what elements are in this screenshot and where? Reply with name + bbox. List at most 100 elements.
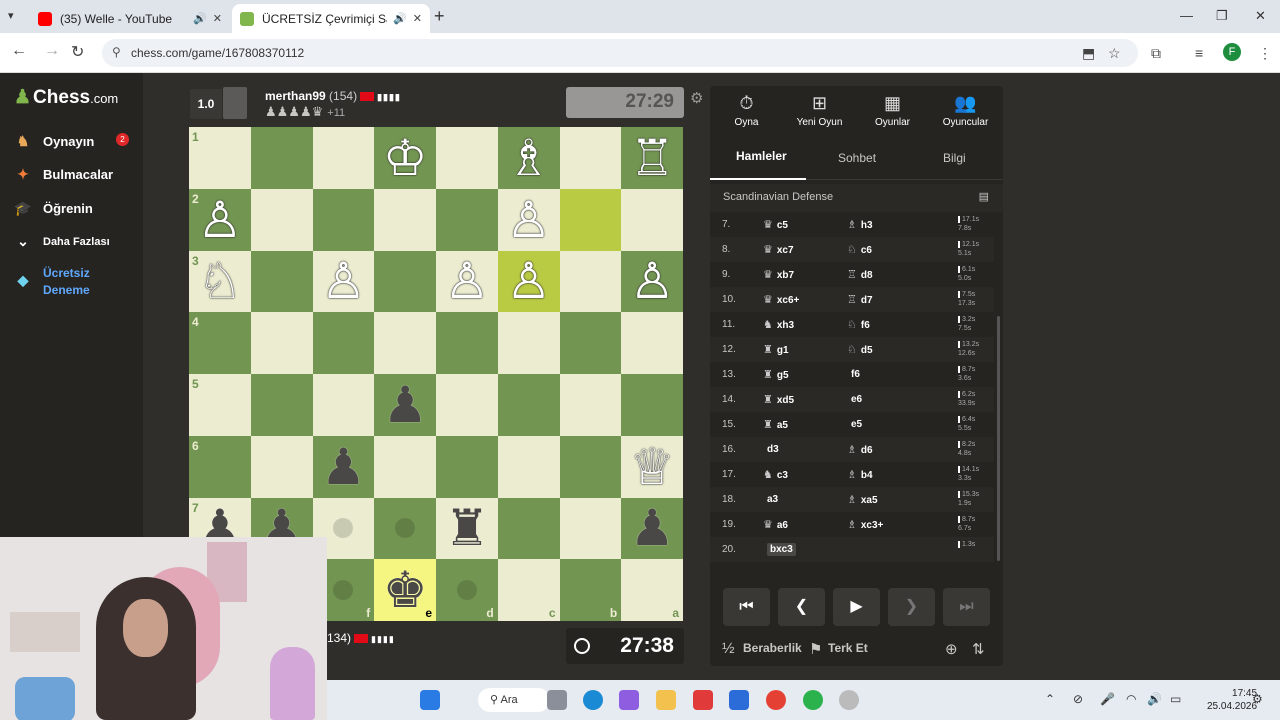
- avatar[interactable]: [223, 87, 247, 119]
- black-move[interactable]: ♗ xc3+: [847, 518, 883, 531]
- board-square[interactable]: [621, 374, 683, 436]
- board-square[interactable]: a: [621, 559, 683, 621]
- board-square[interactable]: [312, 127, 375, 189]
- url-field[interactable]: ⚲ chess.com/game/167808370112: [102, 39, 1138, 67]
- volume-icon[interactable]: 🔊: [1147, 692, 1162, 706]
- board-square[interactable]: [559, 312, 622, 374]
- board-square[interactable]: d: [436, 559, 498, 621]
- board-square[interactable]: 1: [189, 127, 251, 189]
- system-clock[interactable]: 17:45 25.04.2026: [1207, 687, 1257, 713]
- sidebar-item-more[interactable]: ⌄ Daha Fazlası: [14, 233, 110, 250]
- copilot-icon[interactable]: [619, 690, 639, 710]
- board-square[interactable]: 2 ♙: [189, 188, 251, 251]
- black-move[interactable]: ♘ f6: [847, 318, 870, 331]
- board-square[interactable]: 6: [189, 435, 251, 498]
- microphone-icon[interactable]: 🎤: [1100, 692, 1115, 706]
- back-icon[interactable]: ←: [11, 42, 27, 60]
- white-move[interactable]: ♛ xc6+: [763, 293, 799, 306]
- white-move[interactable]: ♜ xd5: [763, 393, 794, 406]
- chrome-profile-icon[interactable]: [803, 690, 823, 710]
- board-square[interactable]: 4: [189, 312, 251, 374]
- board-square[interactable]: [559, 435, 622, 498]
- wps-icon[interactable]: [693, 690, 713, 710]
- battery-icon[interactable]: ▭: [1170, 692, 1181, 706]
- legal-move-dot[interactable]: [456, 580, 477, 601]
- black-rook-piece[interactable]: ♜: [444, 503, 489, 553]
- board-square[interactable]: [436, 188, 498, 251]
- tab-info[interactable]: Bilgi: [943, 151, 966, 165]
- board-square[interactable]: [497, 497, 560, 560]
- board-square[interactable]: [436, 435, 498, 498]
- menu-icon[interactable]: ⋮: [1258, 45, 1272, 62]
- white-pawn-piece[interactable]: ♙: [444, 256, 489, 306]
- prev-move-button[interactable]: ❮: [778, 588, 825, 626]
- store-icon[interactable]: [729, 690, 749, 710]
- speaker-icon[interactable]: 🔊: [193, 12, 207, 25]
- tab-players[interactable]: 👥 Oyuncular: [929, 86, 1002, 136]
- board-square[interactable]: ♟: [312, 435, 375, 498]
- free-trial-link[interactable]: Ücretsiz Deneme: [43, 265, 123, 299]
- tab-chat[interactable]: Sohbet: [838, 151, 876, 165]
- black-move[interactable]: ♘ d5: [847, 343, 873, 356]
- book-icon[interactable]: ▤: [979, 190, 989, 203]
- tab-play[interactable]: ⏱ Oyna: [710, 86, 783, 136]
- tab-youtube[interactable]: (35) Welle - YouTube 🔊 ✕: [30, 4, 230, 33]
- sidebar-item-play[interactable]: ♞ Oynayın: [14, 133, 95, 150]
- legal-move-dot[interactable]: [333, 518, 354, 539]
- install-icon[interactable]: ⬒: [1082, 45, 1095, 62]
- white-move[interactable]: ♞ c3: [763, 468, 788, 481]
- board-square[interactable]: ♕: [621, 435, 683, 498]
- white-pawn-piece[interactable]: ♙: [506, 256, 551, 306]
- black-move[interactable]: [847, 543, 851, 555]
- speaker-icon[interactable]: 🔊: [393, 12, 407, 25]
- board-square[interactable]: [250, 127, 313, 189]
- board-square[interactable]: [559, 127, 622, 189]
- board-square[interactable]: [312, 374, 375, 436]
- board-square[interactable]: ♙: [436, 250, 498, 313]
- move-list[interactable]: 7. ♛ c5 ♗ h3 17.1s 7.8s 8. ♛ xc7 ♘ c6 12.1s 5.1s 9. ♛ xb…: [710, 212, 1003, 572]
- sidebar-item-puzzles[interactable]: ✦ Bulmacalar: [14, 166, 113, 183]
- window-close-button[interactable]: ✕: [1255, 8, 1266, 24]
- board-square[interactable]: ♙: [497, 250, 560, 313]
- tab-moves[interactable]: Hamleler: [736, 149, 787, 163]
- board-square[interactable]: ♟: [621, 497, 683, 560]
- white-pawn-piece[interactable]: ♙: [630, 256, 675, 306]
- board-square[interactable]: [559, 497, 622, 560]
- taskbar-search[interactable]: ⚲ Ara: [478, 688, 550, 712]
- board-square[interactable]: 3 ♘: [189, 250, 251, 313]
- black-move[interactable]: ♗ xa5: [847, 493, 878, 506]
- tab-search-icon[interactable]: ▾: [8, 9, 14, 22]
- white-knight-piece[interactable]: ♘: [197, 256, 242, 306]
- black-move[interactable]: ♖ d7: [847, 293, 873, 306]
- board-square[interactable]: [374, 250, 436, 313]
- board-square[interactable]: [559, 188, 622, 251]
- sidebar-item-learn[interactable]: 🎓 Öğrenin: [14, 200, 93, 217]
- last-move-button[interactable]: ⏭: [943, 588, 990, 626]
- board-square[interactable]: [621, 312, 683, 374]
- white-queen-piece[interactable]: ♕: [630, 442, 675, 492]
- white-move[interactable]: ♛ xc7: [763, 243, 794, 256]
- board-square[interactable]: ♙: [497, 188, 560, 251]
- board-square[interactable]: [559, 374, 622, 436]
- board-square[interactable]: ♟: [374, 374, 436, 436]
- black-king-piece[interactable]: ♚: [383, 565, 428, 615]
- tab-new-game[interactable]: ⊞ Yeni Oyun: [783, 86, 856, 136]
- black-move[interactable]: e6: [847, 393, 862, 405]
- next-move-button[interactable]: ❯: [888, 588, 935, 626]
- board-square[interactable]: [374, 435, 436, 498]
- flip-board-icon[interactable]: ⇅: [972, 640, 985, 658]
- white-move[interactable]: ♜ a5: [763, 418, 788, 431]
- maximize-button[interactable]: ❐: [1216, 8, 1228, 24]
- black-pawn-piece[interactable]: ♟: [321, 442, 366, 492]
- wifi-icon[interactable]: ◠: [1126, 692, 1136, 706]
- white-pawn-piece[interactable]: ♙: [321, 256, 366, 306]
- board-square[interactable]: e ♚: [374, 559, 436, 621]
- new-tab-button[interactable]: +: [434, 6, 445, 27]
- white-move[interactable]: ♞ xh3: [763, 318, 794, 331]
- site-info-icon[interactable]: ⚲: [112, 45, 121, 59]
- board-square[interactable]: [621, 188, 683, 251]
- board-square[interactable]: [436, 312, 498, 374]
- network-off-icon[interactable]: ⊘: [1073, 692, 1083, 706]
- black-move[interactable]: f6: [847, 368, 860, 380]
- black-pawn-piece[interactable]: ♟: [630, 503, 675, 553]
